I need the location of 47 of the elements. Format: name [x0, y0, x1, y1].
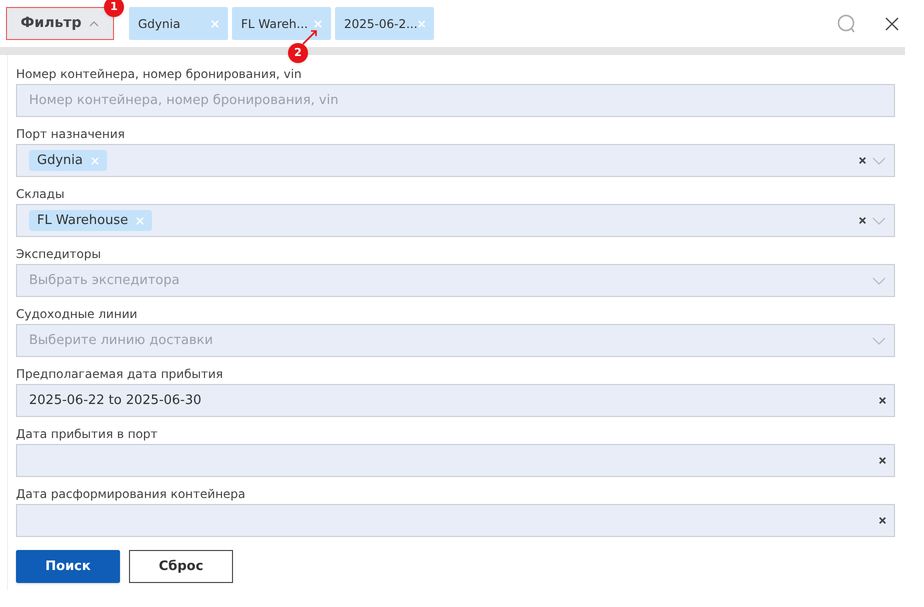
chevron-down-icon[interactable] [872, 276, 886, 284]
date-field[interactable]: 2025-06-22 to 2025-06-30 [16, 384, 895, 417]
clear-icon[interactable] [879, 517, 886, 524]
select-placeholder: Выберите линию доставки [29, 332, 213, 350]
chip-label: FL Wareh... [241, 16, 308, 32]
remove-chip-icon[interactable] [314, 20, 322, 28]
field-label: Порт назначения [16, 126, 126, 142]
search-icon[interactable] [837, 14, 857, 34]
select-field[interactable]: FL Warehouse [16, 204, 895, 237]
select-placeholder: Выбрать экспедитора [29, 272, 180, 290]
tag-label: FL Warehouse [37, 212, 128, 230]
clear-icon[interactable] [859, 157, 866, 164]
chip-label: 2025-06-2... [344, 16, 418, 32]
filter-chip[interactable]: FL Wareh... [232, 7, 331, 40]
field-label: Склады [16, 186, 66, 202]
chevron-down-icon[interactable] [872, 156, 886, 164]
field-label: Экспедиторы [16, 246, 102, 262]
close-icon[interactable] [885, 16, 899, 30]
search-field[interactable]: Номер контейнера, номер бронирования, vin [16, 84, 895, 117]
chip-label: Gdynia [138, 16, 180, 32]
chevron-down-icon[interactable] [872, 336, 886, 344]
field-label: Судоходные линии [16, 306, 138, 322]
date-field[interactable] [16, 504, 895, 537]
date-field[interactable] [16, 444, 895, 477]
clear-icon[interactable] [879, 457, 886, 464]
clear-icon[interactable] [859, 217, 866, 224]
filter-chip[interactable]: Gdynia [129, 7, 228, 40]
select-field[interactable]: Gdynia [16, 144, 895, 177]
annotation-marker: 2 [288, 43, 308, 63]
tag-label: Gdynia [37, 152, 83, 170]
clear-icon[interactable] [879, 397, 886, 404]
reset-button[interactable]: Сброс [129, 550, 233, 583]
chevron-up-icon [89, 20, 100, 26]
field-label: Номер контейнера, номер бронирования, vin [16, 66, 303, 82]
field-label: Дата расформирования контейнера [16, 486, 246, 502]
filter-chip[interactable]: 2025-06-2... [335, 7, 434, 40]
search-button[interactable]: Поиск [16, 550, 120, 583]
remove-chip-icon[interactable] [211, 20, 219, 28]
annotation-marker: 1 [104, 0, 124, 17]
remove-chip-icon[interactable] [418, 20, 425, 28]
remove-tag-icon[interactable] [136, 216, 144, 224]
date-range-value: 2025-06-22 to 2025-06-30 [29, 392, 202, 410]
remove-tag-icon[interactable] [90, 156, 99, 164]
field-label: Предполагаемая дата прибытия [16, 366, 224, 382]
field-label: Дата прибытия в порт [16, 426, 159, 442]
annotation-arrow [300, 27, 320, 47]
chevron-down-icon[interactable] [872, 216, 886, 224]
